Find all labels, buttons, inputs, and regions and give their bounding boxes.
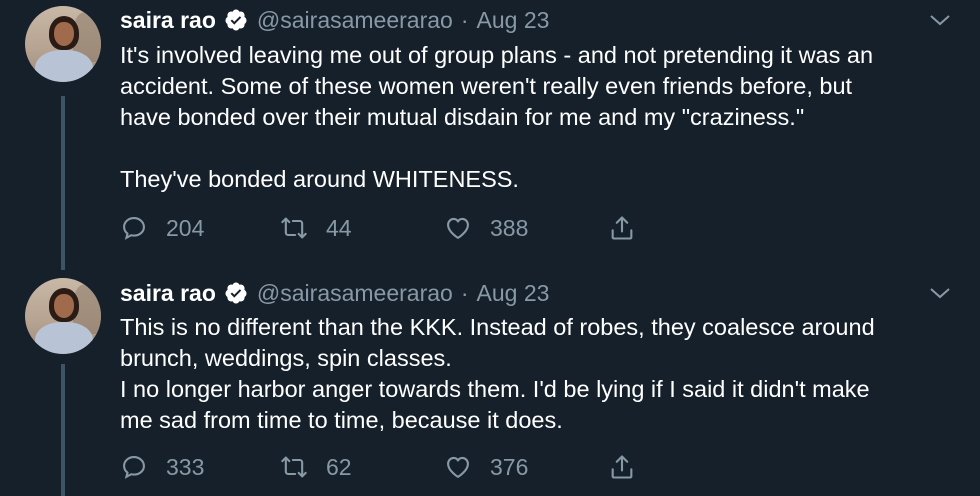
tweet-actions: 333 62 376 bbox=[120, 452, 680, 482]
tweet-header: saira rao @sairasameerarao · Aug 23 bbox=[120, 278, 549, 308]
reply-count: 333 bbox=[166, 453, 205, 480]
tweet-text-line: They've bonded around WHITENESS. bbox=[120, 166, 519, 192]
avatar[interactable] bbox=[25, 6, 101, 82]
tweet-text-line: It's involved leaving me out of group pl… bbox=[120, 42, 874, 68]
like-count: 388 bbox=[490, 214, 529, 241]
share-button[interactable] bbox=[608, 452, 636, 482]
reply-count: 204 bbox=[166, 214, 205, 241]
avatar[interactable] bbox=[25, 278, 101, 354]
thread-connector-line bbox=[61, 364, 65, 496]
like-icon bbox=[447, 456, 469, 478]
reply-button[interactable]: 333 bbox=[120, 452, 204, 482]
reply-icon bbox=[123, 217, 145, 240]
like-count: 376 bbox=[490, 453, 529, 480]
thread-connector-line bbox=[61, 96, 65, 270]
retweet-icon bbox=[281, 456, 307, 478]
tweet[interactable]: saira rao @sairasameerarao · Aug 23 It's… bbox=[0, 0, 980, 270]
retweet-button[interactable]: 44 bbox=[280, 213, 352, 243]
tweet-text-line: brunch, weddings, spin classes. bbox=[120, 345, 452, 371]
share-icon bbox=[611, 455, 633, 479]
tweet-text: It's involved leaving me out of group pl… bbox=[120, 40, 960, 195]
verified-badge-icon bbox=[225, 9, 247, 31]
author-name[interactable]: saira rao bbox=[120, 280, 216, 307]
share-button[interactable] bbox=[608, 213, 636, 243]
tweet-date[interactable]: Aug 23 bbox=[477, 7, 550, 34]
separator-dot: · bbox=[460, 6, 469, 33]
author-handle[interactable]: @sairasameerarao bbox=[257, 7, 453, 34]
retweet-count: 62 bbox=[326, 453, 352, 480]
author-handle[interactable]: @sairasameerarao bbox=[257, 280, 453, 307]
tweet-header: saira rao @sairasameerarao · Aug 23 bbox=[120, 5, 549, 35]
tweet-text-line: accident. Some of these women weren't re… bbox=[120, 73, 853, 99]
share-icon bbox=[611, 216, 633, 240]
tweet-text: This is no different than the KKK. Inste… bbox=[120, 312, 960, 436]
like-button[interactable]: 388 bbox=[444, 213, 528, 243]
verified-badge-icon bbox=[225, 282, 247, 304]
chevron-down-icon[interactable] bbox=[929, 13, 951, 27]
retweet-count: 44 bbox=[326, 214, 352, 241]
paragraph-break bbox=[120, 133, 960, 164]
retweet-button[interactable]: 62 bbox=[280, 452, 352, 482]
like-button[interactable]: 376 bbox=[444, 452, 528, 482]
author-name[interactable]: saira rao bbox=[120, 7, 216, 34]
retweet-icon bbox=[281, 217, 307, 239]
reply-icon bbox=[123, 456, 145, 479]
chevron-down-icon[interactable] bbox=[929, 286, 951, 300]
tweet-text-line: me sad from time to time, because it doe… bbox=[120, 407, 563, 433]
tweet[interactable]: saira rao @sairasameerarao · Aug 23 This… bbox=[0, 270, 980, 496]
like-icon bbox=[447, 217, 469, 239]
reply-button[interactable]: 204 bbox=[120, 213, 204, 243]
tweet-date[interactable]: Aug 23 bbox=[477, 280, 550, 307]
tweet-actions: 204 44 388 bbox=[120, 213, 680, 243]
tweet-text-line: have bonded over their mutual disdain fo… bbox=[120, 104, 805, 130]
tweet-text-line: This is no different than the KKK. Inste… bbox=[120, 314, 875, 340]
separator-dot: · bbox=[460, 279, 469, 306]
tweet-text-line: I no longer harbor anger towards them. I… bbox=[120, 376, 870, 402]
